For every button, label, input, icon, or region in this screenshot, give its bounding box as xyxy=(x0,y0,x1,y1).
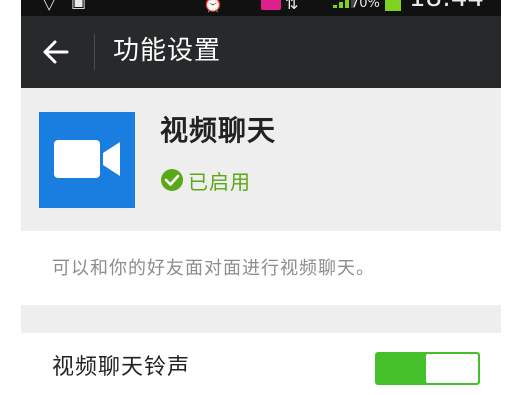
video-camera-icon xyxy=(54,140,120,178)
location-icon: ▽ xyxy=(43,0,56,13)
clock: 18:44 xyxy=(409,0,484,11)
page-title: 功能设置 xyxy=(113,36,222,66)
feature-icon-tile xyxy=(39,112,135,208)
alarm-icon: ⏰ xyxy=(203,0,223,13)
notification-icon xyxy=(261,0,281,10)
battery-percent: 70% xyxy=(351,0,380,11)
feature-name: 视频聊天 xyxy=(160,114,277,147)
feature-card: 视频聊天 已启用 xyxy=(21,88,501,231)
title-divider xyxy=(94,34,95,70)
battery-icon xyxy=(385,0,401,11)
arrow-left-icon xyxy=(43,40,69,64)
check-circle-icon xyxy=(161,169,183,191)
toggle-knob xyxy=(426,354,478,383)
back-button[interactable] xyxy=(35,32,79,72)
section-divider xyxy=(21,305,501,333)
status-bar: ▽ ▣ ⏰ ⇅ 70% 18:44 xyxy=(21,0,501,16)
title-bar: 功能设置 xyxy=(21,16,501,88)
status-text: 已启用 xyxy=(188,169,251,194)
data-transfer-icon: ⇅ xyxy=(285,0,299,13)
ringtone-setting-label: 视频聊天铃声 xyxy=(52,355,191,380)
ringtone-toggle[interactable] xyxy=(375,352,480,385)
screenshot-icon: ▣ xyxy=(71,0,87,11)
feature-description: 可以和你的好友面对面进行视频聊天。 xyxy=(52,258,375,279)
feature-status: 已启用 xyxy=(160,166,251,194)
